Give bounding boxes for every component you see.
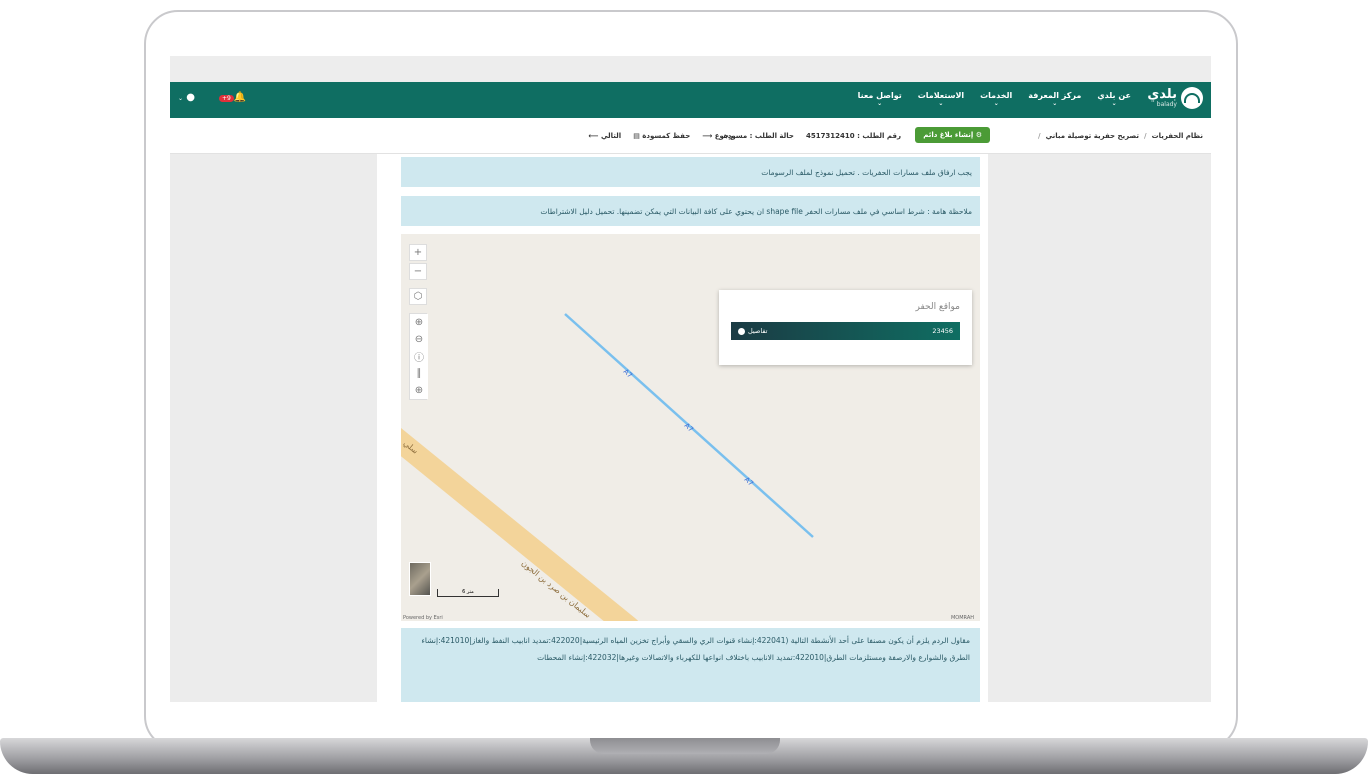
chevron-down-icon: ⌄ xyxy=(178,95,184,102)
info-icon: ⓘ xyxy=(414,353,424,364)
next-label: التالي xyxy=(600,132,622,140)
logo-icon xyxy=(1181,87,1203,109)
nav-item-label: الاستعلامات xyxy=(917,91,965,100)
notification-badge: +9 xyxy=(218,95,234,102)
route-label: A7 xyxy=(743,476,755,488)
screen: بلدي balady عن بلدي ⌄ مركز المعرفة ⌄ الخدم… xyxy=(170,56,1211,702)
chevron-down-icon: ⌄ xyxy=(1052,100,1058,107)
nav-item-services[interactable]: الخدمات ⌄ xyxy=(980,91,1012,107)
back-label: رجوع xyxy=(714,132,733,140)
popup-row: 23456 تفاصيل xyxy=(731,322,960,340)
nav-utilities: ⌄ ● +9 🔔 xyxy=(178,92,246,103)
arrow-left-icon: ⟶ xyxy=(702,132,713,140)
nav-item-label: تواصل معنا xyxy=(857,91,902,100)
balady-logo[interactable]: بلدي balady xyxy=(1147,87,1203,109)
main-navbar: بلدي balady عن بلدي ⌄ مركز المعرفة ⌄ الخدم… xyxy=(170,82,1211,118)
notifications-button[interactable]: +9 🔔 xyxy=(217,92,246,103)
nav-item-inquiries[interactable]: الاستعلامات ⌄ xyxy=(918,91,964,107)
chevron-down-icon: ⌄ xyxy=(938,100,944,107)
next-button[interactable]: التالي ⟵ xyxy=(588,132,621,140)
attach-alert-text: يجب ارفاق ملف مسارات الحفريات . تحميل نم… xyxy=(761,167,972,177)
laptop-notch xyxy=(590,738,780,754)
create-report-button[interactable]: ⚙ إنشاء بلاغ دائم xyxy=(915,127,990,143)
info-icon xyxy=(738,327,745,335)
magnifier-plus-icon: ⊕ xyxy=(414,317,424,328)
create-report-label: إنشاء بلاغ دائم xyxy=(923,131,974,139)
back-button[interactable]: رجوع ⟶ xyxy=(702,132,733,140)
request-toolbar: نظام الحفريات / تصريح حفرية توصيلة مباني… xyxy=(170,118,1211,154)
browser-top xyxy=(170,56,1211,82)
breadcrumb-separator: / xyxy=(1144,132,1147,140)
user-menu[interactable]: ⌄ ● xyxy=(178,92,195,103)
breadcrumb: نظام الحفريات / تصريح حفرية توصيلة مباني… xyxy=(1038,132,1203,140)
user-icon: ● xyxy=(186,92,195,103)
nav-item-label: عن بلدي xyxy=(1097,91,1131,100)
chevron-down-icon: ⌄ xyxy=(1111,100,1117,107)
save-draft-label: حفظ كمسودة xyxy=(642,132,691,140)
logo-subtext: balady xyxy=(1156,101,1177,108)
details-label: تفاصيل xyxy=(748,327,768,335)
request-status: حالة الطلب : مسودة xyxy=(723,132,794,140)
zoom-area-out-button[interactable]: ⊖ xyxy=(410,331,428,348)
street-road xyxy=(401,427,638,621)
nav-item-label: الخدمات xyxy=(980,91,1013,100)
chevron-down-icon: ⌄ xyxy=(993,100,999,107)
crosshair-icon: ⊕ xyxy=(414,385,424,396)
breadcrumb-separator: / xyxy=(1038,132,1041,140)
locate-button[interactable]: ⊕ xyxy=(410,382,428,399)
save-icon: ▤ xyxy=(633,132,640,140)
logo-text: بلدي xyxy=(1147,87,1177,102)
breadcrumb-current: تصريح حفرية توصيلة مباني xyxy=(1045,132,1140,140)
details-button[interactable]: تفاصيل xyxy=(738,327,767,335)
chevron-down-icon: ⌄ xyxy=(877,100,883,107)
scale-bar: 6 متر xyxy=(437,589,499,597)
save-draft-button[interactable]: حفظ كمسودة ▤ xyxy=(633,132,690,140)
nav-item-about[interactable]: عن بلدي ⌄ xyxy=(1097,91,1131,107)
layers-icon: ⬡ xyxy=(413,291,423,302)
scale-label: 6 متر xyxy=(462,589,474,595)
breadcrumb-root[interactable]: نظام الحفريات xyxy=(1152,132,1203,140)
contractor-note: مقاول الردم يلزم أن يكون مصنفا على أحد ا… xyxy=(401,628,980,702)
request-info: رقم الطلب : 4517312410 حالة الطلب : مسود… xyxy=(724,132,901,140)
map-attribution: Powered by Esri xyxy=(403,615,443,621)
zoom-out-button[interactable]: − xyxy=(409,263,427,280)
route-label: A7 xyxy=(622,368,634,380)
request-actions: رجوع ⟶ حفظ كمسودة ▤ التالي ⟵ xyxy=(588,132,733,140)
route-label: A7 xyxy=(683,422,695,434)
arrow-left-icon: ⟵ xyxy=(588,132,599,140)
popup-title: مواقع الحفر xyxy=(915,302,961,312)
contractor-note-text: مقاول الردم يلزم أن يكون مصنفا على أحد ا… xyxy=(421,636,970,662)
map-provider: MOMRAH xyxy=(950,615,974,621)
attach-button[interactable]: ∥ xyxy=(410,365,428,382)
zoom-area-in-button[interactable]: ⊕ xyxy=(410,314,428,331)
basemap-toggle[interactable] xyxy=(409,562,431,596)
attach-alert: يجب ارفاق ملف مسارات الحفريات . تحميل نم… xyxy=(401,157,980,187)
nav-item-knowledge[interactable]: مركز المعرفة ⌄ xyxy=(1028,91,1081,107)
excavation-map[interactable]: سليمان بن صرد بن الجون سلي A7 A7 A7 + − … xyxy=(401,234,980,621)
gear-icon: ⚙ xyxy=(975,131,982,139)
magnifier-minus-icon: ⊖ xyxy=(414,334,424,345)
nav-menu: عن بلدي ⌄ مركز المعرفة ⌄ الخدمات ⌄ الاستعلا… xyxy=(858,91,1131,107)
note-alert-text: ملاحظة هامة : شرط اساسي في ملف مسارات ال… xyxy=(540,206,972,216)
zoom-in-button[interactable]: + xyxy=(409,244,427,261)
map-toolbar: + − ⬡ ⊕ ⊖ ⓘ ∥ ⊕ xyxy=(409,244,428,400)
identify-button[interactable]: ⓘ xyxy=(410,348,428,365)
map-popup: مواقع الحفر 23456 تفاصيل xyxy=(719,290,972,365)
paperclip-icon: ∥ xyxy=(416,368,422,379)
layers-button[interactable]: ⬡ xyxy=(409,288,427,305)
nav-item-contact[interactable]: تواصل معنا ⌄ xyxy=(858,91,902,107)
request-number: رقم الطلب : 4517312410 xyxy=(805,132,901,140)
bell-icon: 🔔 xyxy=(233,92,247,103)
note-alert: ملاحظة هامة : شرط اساسي في ملف مسارات ال… xyxy=(401,196,980,226)
main-content: يجب ارفاق ملف مسارات الحفريات . تحميل نم… xyxy=(377,154,988,702)
map-tool-group: ⊕ ⊖ ⓘ ∥ ⊕ xyxy=(409,313,428,400)
popup-id: 23456 xyxy=(932,327,953,335)
nav-item-label: مركز المعرفة xyxy=(1028,91,1082,100)
